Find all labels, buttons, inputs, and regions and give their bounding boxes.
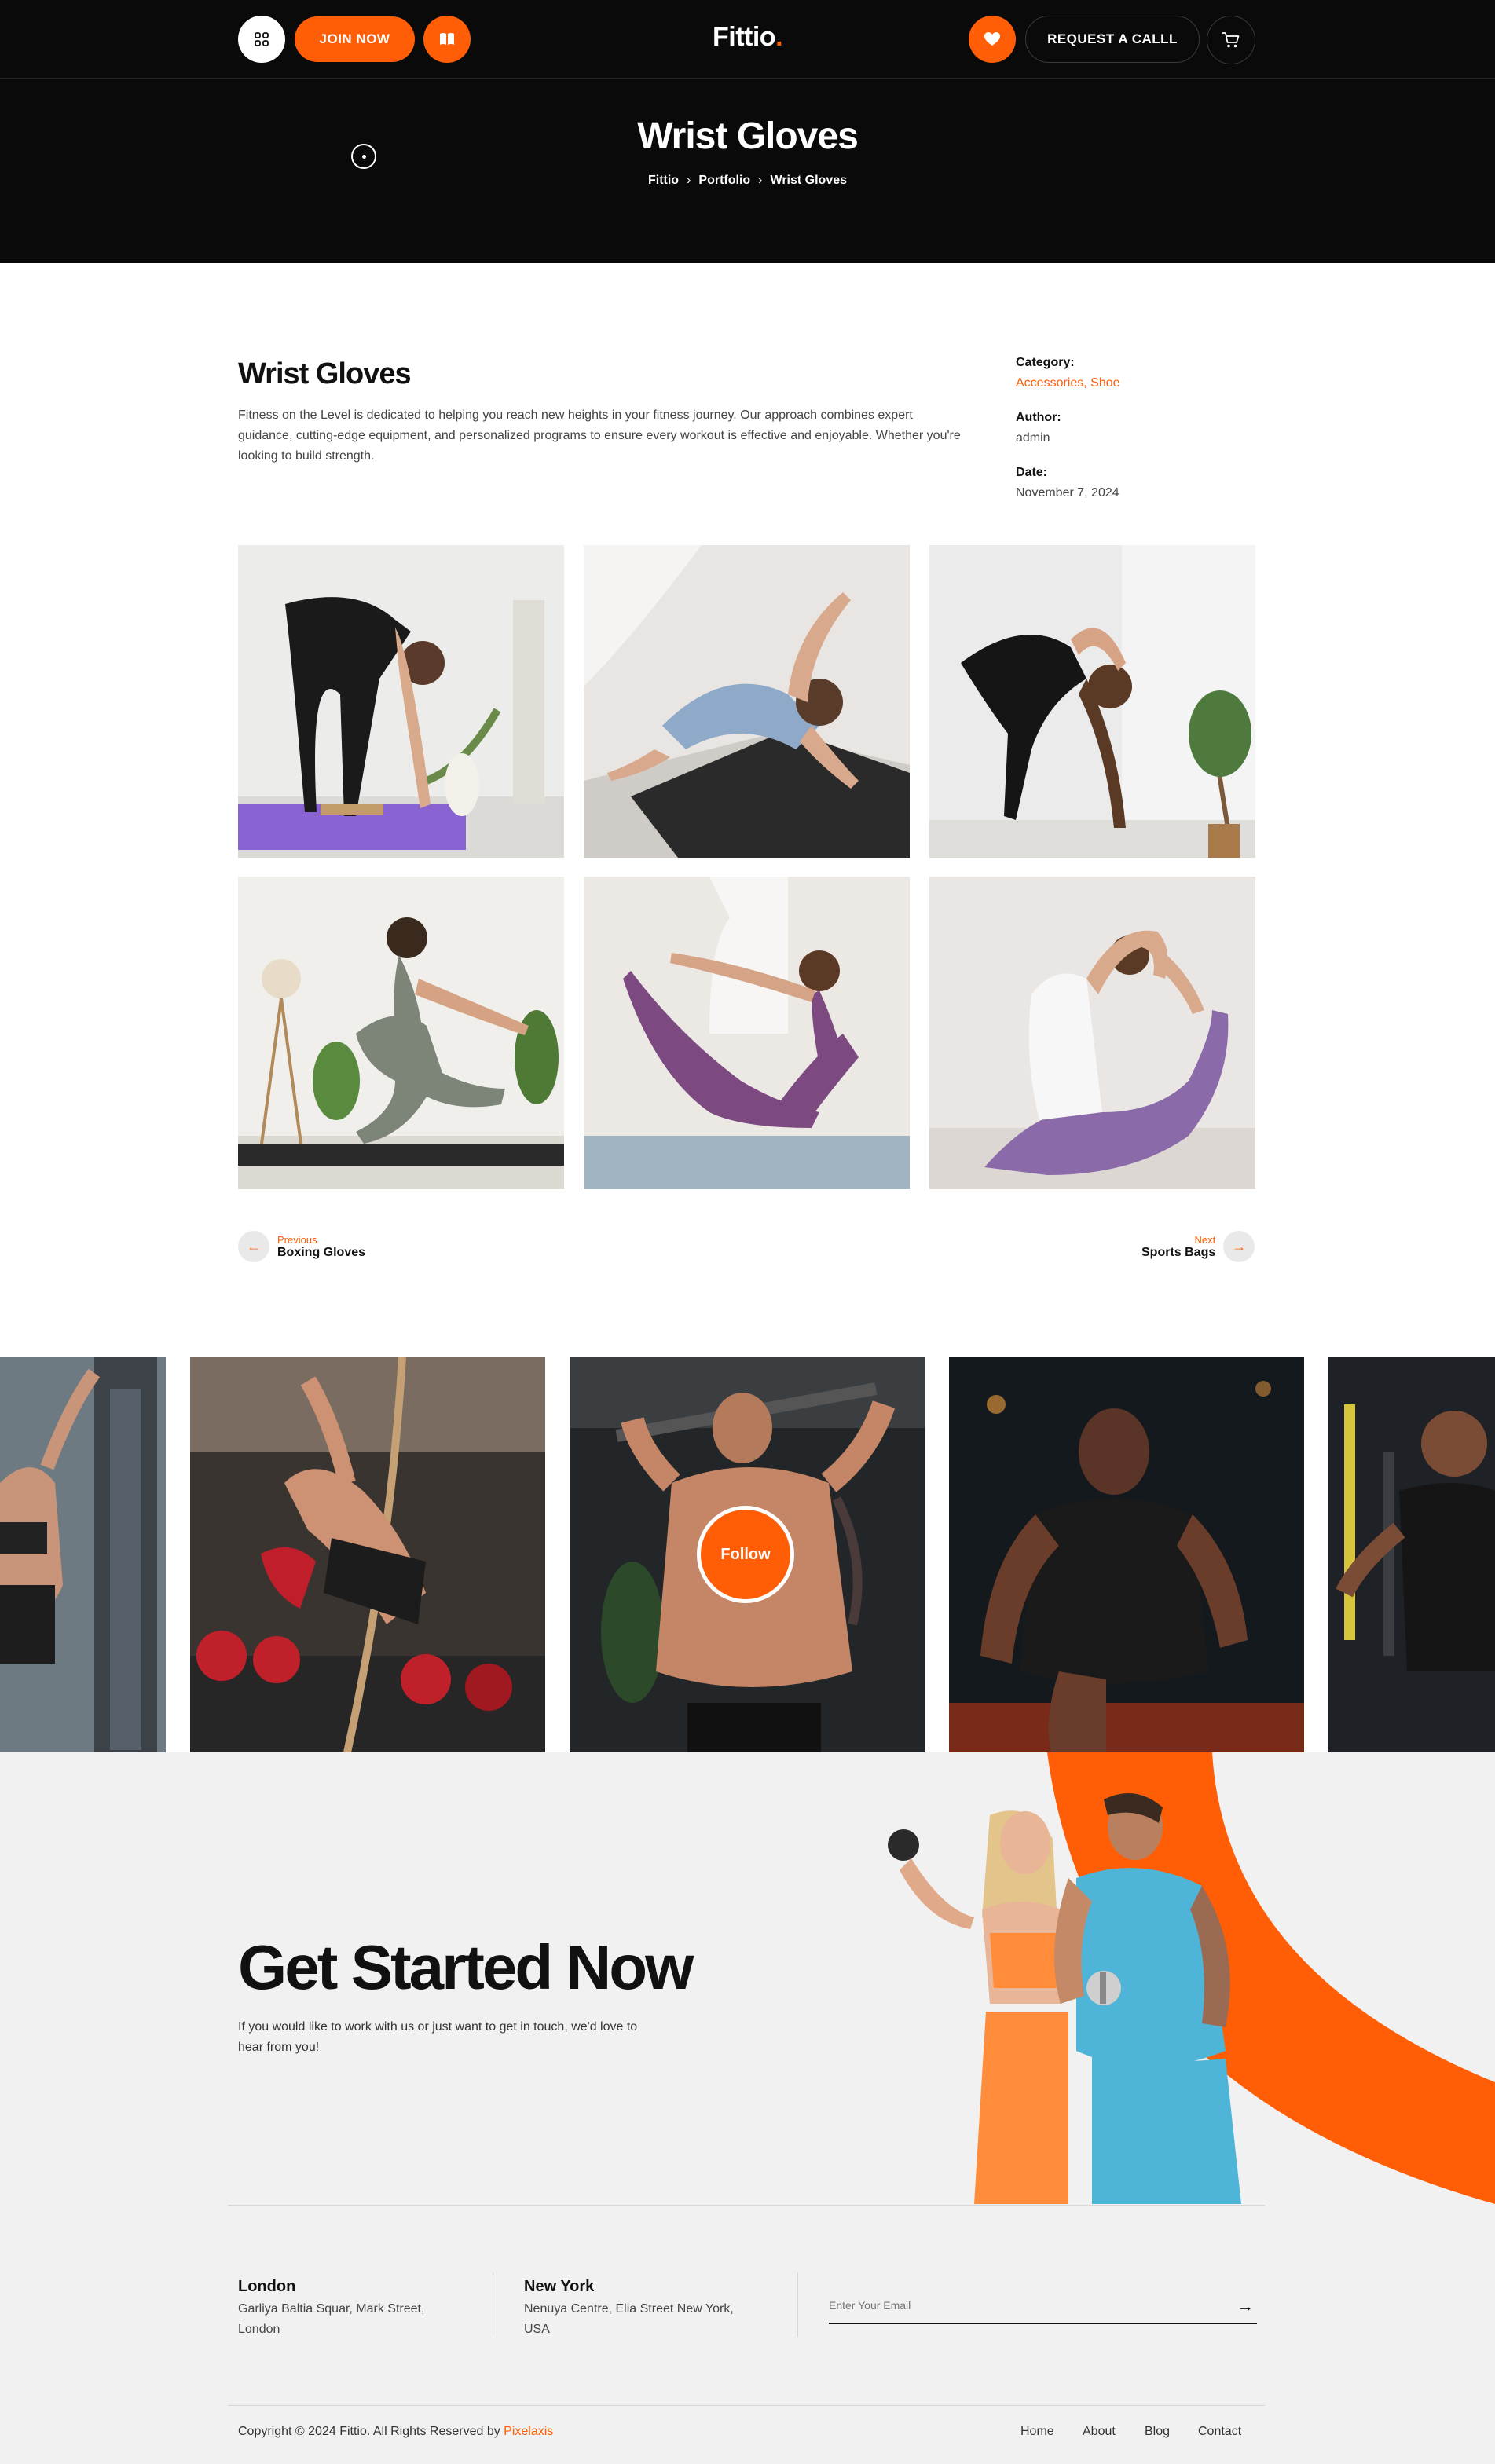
join-now-button[interactable]: JOIN NOW [295, 16, 415, 62]
gallery-image[interactable] [929, 545, 1255, 858]
get-started-section: Get Started Now If you would like to wor… [0, 1752, 1495, 2464]
instagram-image[interactable] [1328, 1357, 1495, 1752]
instagram-follow-button[interactable]: Follow [697, 1506, 794, 1603]
office-london: London Garliya Baltia Squar, Mark Street… [238, 2278, 450, 2340]
grid-icon [255, 32, 269, 46]
cta-description: If you would like to work with us or jus… [238, 2020, 638, 2054]
office-name: London [238, 2278, 296, 2295]
gallery-image[interactable] [929, 877, 1255, 1189]
meta-category: Category: Accessories, Shoe [1016, 356, 1251, 390]
request-call-button[interactable]: REQUEST A CALLL [1025, 16, 1200, 63]
site-logo[interactable]: Fittio. [691, 22, 804, 53]
cart-icon [1222, 32, 1240, 48]
next-project-link[interactable]: Next Sports Bags → [1141, 1229, 1255, 1264]
meta-author-label: Author: [1016, 411, 1061, 424]
email-input[interactable] [829, 2290, 1222, 2321]
instagram-image[interactable] [0, 1357, 166, 1752]
office-name: New York [524, 2278, 595, 2295]
footer-link-home[interactable]: Home [1020, 2425, 1054, 2439]
previous-project-link[interactable]: ← Previous Boxing Gloves [238, 1229, 365, 1264]
footer-link-blog[interactable]: Blog [1145, 2425, 1170, 2439]
breadcrumb-home[interactable]: Fittio [648, 174, 679, 187]
office-address: Nenuya Centre, Elia Street New York, USA [524, 2302, 734, 2336]
arrow-right-icon: → [1223, 1231, 1255, 1262]
copyright-brand-link[interactable]: Pixelaxis [504, 2425, 553, 2438]
office-new-york: New York Nenuya Centre, Elia Street New … [524, 2278, 752, 2340]
breadcrumb-portfolio[interactable]: Portfolio [698, 174, 750, 187]
logo-text: Fittio [712, 22, 776, 52]
breadcrumb-current: Wrist Gloves [770, 174, 848, 187]
footer-divider [228, 2405, 1265, 2406]
next-project-text: Next Sports Bags [1141, 1234, 1215, 1260]
next-label: Next [1194, 1233, 1216, 1246]
chevron-right-icon: › [687, 174, 691, 187]
top-navbar: JOIN NOW Fittio. REQUEST A CALLL [0, 0, 1495, 79]
logo-dot: . [775, 22, 783, 52]
meta-date-value: November 7, 2024 [1016, 486, 1119, 500]
next-title: Sports Bags [1141, 1245, 1216, 1259]
fitness-couple-image [888, 1752, 1495, 2204]
meta-category-value[interactable]: Accessories, Shoe [1016, 376, 1251, 390]
instagram-image[interactable] [190, 1357, 545, 1752]
meta-author-value: admin [1016, 431, 1050, 445]
book-button[interactable] [423, 16, 471, 63]
cta-title: Get Started Now [238, 1932, 694, 2002]
project-title: Wrist Gloves [238, 357, 412, 390]
book-icon [440, 33, 454, 45]
newsletter-form: → [829, 2290, 1257, 2324]
arrow-left-icon: ← [238, 1231, 269, 1262]
previous-label: Previous [277, 1233, 317, 1246]
cart-button[interactable] [1207, 16, 1255, 64]
office-address: Garliya Baltia Squar, Mark Street, Londo… [238, 2302, 425, 2336]
chevron-right-icon: › [758, 174, 763, 187]
section-divider [228, 2205, 1265, 2206]
previous-title: Boxing Gloves [277, 1245, 366, 1259]
gallery-image[interactable] [238, 545, 564, 858]
project-description: Fitness on the Level is dedicated to hel… [238, 408, 961, 463]
meta-author: Author: admin [1016, 411, 1251, 445]
meta-category-label: Category: [1016, 356, 1075, 369]
menu-grid-button[interactable] [238, 16, 285, 63]
page-title: Wrist Gloves [637, 115, 859, 157]
copyright-main: Copyright © 2024 Fittio. All Rights Rese… [238, 2425, 504, 2438]
page-hero: Wrist Gloves Fittio › Portfolio › Wrist Glov… [0, 79, 1495, 263]
footer-link-contact[interactable]: Contact [1198, 2425, 1241, 2439]
previous-project-text: Previous Boxing Gloves [277, 1234, 365, 1260]
heart-icon [984, 32, 1000, 46]
gallery-image[interactable] [238, 877, 564, 1189]
wishlist-button[interactable] [969, 16, 1016, 63]
gallery-image[interactable] [584, 877, 910, 1189]
gallery-image[interactable] [584, 545, 910, 858]
meta-date-label: Date: [1016, 466, 1048, 479]
instagram-image[interactable] [949, 1357, 1304, 1752]
copyright-text: Copyright © 2024 Fittio. All Rights Rese… [238, 2425, 553, 2439]
footer-link-about[interactable]: About [1083, 2425, 1116, 2439]
meta-date: Date: November 7, 2024 [1016, 466, 1251, 500]
office-divider [797, 2272, 798, 2337]
breadcrumb: Fittio › Portfolio › Wrist Gloves [0, 174, 1495, 188]
arrow-right-icon[interactable]: → [1233, 2294, 1257, 2318]
